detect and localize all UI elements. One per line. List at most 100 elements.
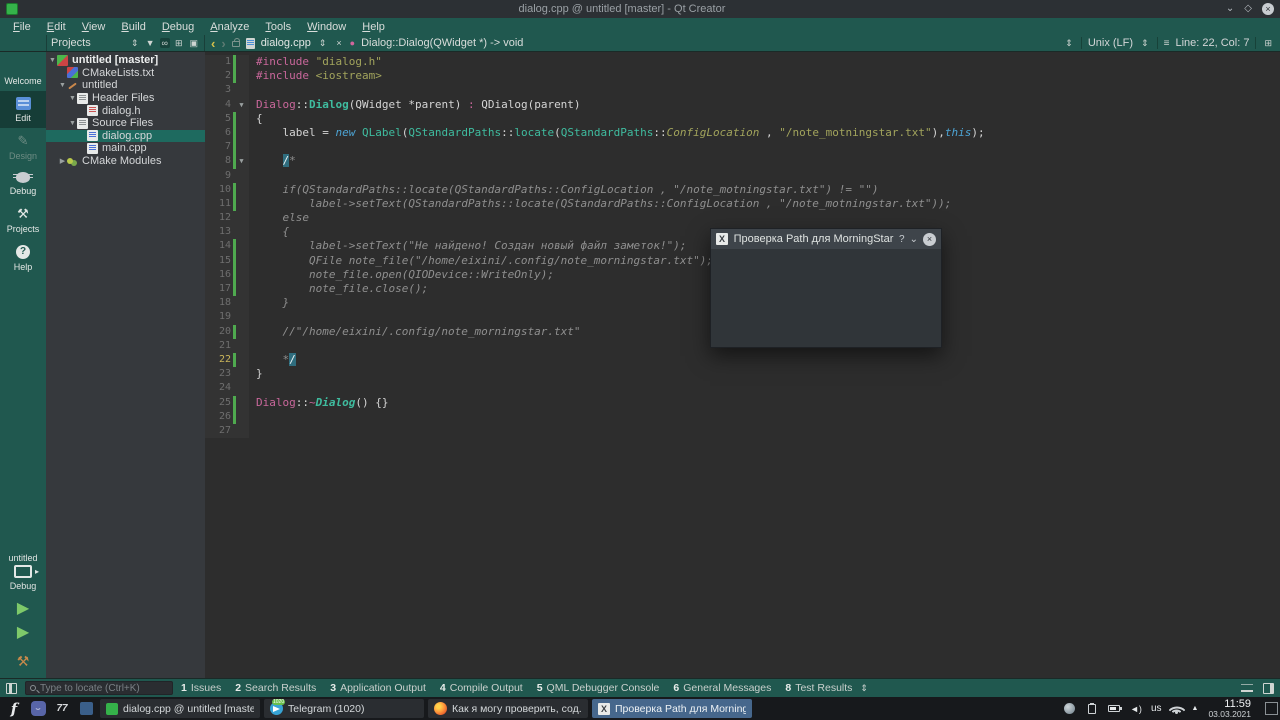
- symbol-selector[interactable]: Dialog::Dialog(QWidget *) -> void: [361, 37, 523, 49]
- gutter: 19: [205, 310, 249, 325]
- code-line: 11 label->setText(QStandardPaths::locate…: [205, 196, 1280, 212]
- chevron-right-icon[interactable]: ▶: [58, 157, 67, 165]
- output-pane-general-messages[interactable]: 6 General Messages: [673, 682, 771, 694]
- pencil-icon: ✎: [17, 133, 29, 148]
- mode-label: Help: [13, 262, 33, 272]
- output-pane-qml-debugger-console[interactable]: 5 QML Debugger Console: [537, 682, 660, 694]
- output-pane-search-results[interactable]: 2 Search Results: [235, 682, 316, 694]
- forward-icon[interactable]: ›: [221, 36, 225, 51]
- link-with-editor-icon[interactable]: ∞: [159, 38, 170, 48]
- output-pane-application-output[interactable]: 3 Application Output: [330, 682, 426, 694]
- window-titlebar[interactable]: dialog.cpp @ untitled [master] - Qt Crea…: [0, 0, 1280, 18]
- chevron-down-icon[interactable]: ▼: [68, 120, 77, 127]
- chevron-down-icon[interactable]: ▼: [48, 57, 57, 64]
- open-document-selector[interactable]: dialog.cpp: [261, 37, 311, 49]
- tree-item-source-files[interactable]: ▼ Source Files: [46, 117, 205, 130]
- line-number: 14: [218, 240, 231, 252]
- line-ending-dropdown-icon[interactable]: ⇕: [1139, 38, 1151, 49]
- pane-updown-icon[interactable]: ⇕: [860, 683, 868, 694]
- minimize-output-icon[interactable]: [1241, 684, 1253, 692]
- code-editor[interactable]: 1 #include "dialog.h" 2 #include <iostream>…: [205, 52, 1280, 678]
- debug-run-button[interactable]: ▶: [0, 625, 46, 641]
- toggle-right-sidebar-icon[interactable]: [1263, 682, 1274, 694]
- mode-projects[interactable]: ⚒ Projects: [0, 201, 46, 239]
- code-line: 12 else: [205, 211, 1280, 226]
- output-pane-compile-output[interactable]: 4 Compile Output: [440, 682, 523, 694]
- taskbar-window-button[interactable]: 1020 Telegram (1020): [264, 699, 424, 718]
- tree-item-cmake-modules[interactable]: ▶ CMake Modules: [46, 155, 205, 168]
- dialog-close-icon[interactable]: ×: [923, 232, 936, 246]
- run-button[interactable]: ▶: [0, 601, 46, 617]
- code-line: 1 #include "dialog.h": [205, 55, 1280, 70]
- tray-expand-icon[interactable]: ▲: [1192, 705, 1199, 712]
- discord-icon[interactable]: ⌣: [28, 700, 48, 718]
- tree-item-main-cpp[interactable]: main.cpp: [46, 142, 205, 155]
- minimize-icon[interactable]: ⌄: [1226, 3, 1234, 15]
- split-pane-icon[interactable]: ⊞: [173, 38, 185, 49]
- locator-input[interactable]: Type to locate (Ctrl+K): [25, 681, 173, 695]
- encoding-dropdown-icon[interactable]: ⇕: [1063, 38, 1075, 49]
- battery-tray-icon[interactable]: [1107, 702, 1122, 716]
- app-icon-2[interactable]: [76, 700, 96, 718]
- menu-debug[interactable]: Debug: [155, 20, 201, 34]
- menu-window[interactable]: Window: [300, 20, 353, 34]
- document-dropdown-icon[interactable]: ⇕: [317, 38, 329, 49]
- wifi-tray-icon[interactable]: [1168, 701, 1186, 718]
- line-number: 26: [218, 410, 231, 422]
- app-icon[interactable]: 77: [52, 700, 72, 718]
- mode-help[interactable]: ? Help: [0, 239, 46, 277]
- taskbar-window-button[interactable]: Как я могу проверить, сод...: [428, 699, 588, 718]
- keyboard-layout[interactable]: us: [1151, 703, 1162, 714]
- tree-item-untitled[interactable]: ▼ untitled: [46, 79, 205, 92]
- build-button[interactable]: ⚒: [0, 653, 46, 670]
- pane-dropdown-icon[interactable]: ⇕: [129, 38, 141, 49]
- shade-icon[interactable]: ⌄: [910, 234, 918, 245]
- mode-welcome[interactable]: Welcome: [0, 52, 46, 91]
- tree-item-dialog-h[interactable]: dialog.h: [46, 104, 205, 117]
- back-icon[interactable]: ‹: [211, 36, 215, 51]
- show-desktop-button[interactable]: [1265, 702, 1278, 715]
- tree-item-cmakelists-txt[interactable]: CMakeLists.txt: [46, 67, 205, 80]
- clock[interactable]: 11:59 03.03.2021: [1208, 698, 1251, 719]
- clipboard-tray-icon[interactable]: [1085, 702, 1099, 716]
- fedora-menu-icon[interactable]: f: [4, 700, 24, 718]
- mode-edit[interactable]: Edit: [0, 91, 46, 128]
- output-pane-issues[interactable]: 1 Issues: [181, 682, 221, 694]
- menu-view[interactable]: View: [75, 20, 113, 34]
- filter-icon[interactable]: ▼: [144, 38, 157, 48]
- chevron-down-icon[interactable]: ▼: [68, 95, 77, 102]
- taskbar-window-button[interactable]: dialog.cpp @ untitled [maste...: [100, 699, 260, 718]
- weather-tray-icon[interactable]: [1063, 702, 1077, 716]
- fold-icon[interactable]: ▼: [236, 98, 247, 112]
- tree-item-header-files[interactable]: ▼ Header Files: [46, 92, 205, 105]
- maximize-icon[interactable]: ◇: [1244, 3, 1252, 15]
- taskbar-window-button[interactable]: X Проверка Path для Morning...: [592, 699, 752, 718]
- cursor-position[interactable]: Line: 22, Col: 7: [1175, 37, 1249, 49]
- output-pane-test-results[interactable]: 8 Test Results: [785, 682, 852, 694]
- fold-icon[interactable]: ▼: [236, 154, 247, 168]
- line-ending-selector[interactable]: Unix (LF): [1088, 37, 1133, 49]
- help-icon[interactable]: ?: [899, 234, 905, 245]
- menu-edit[interactable]: Edit: [40, 20, 73, 34]
- mode-debug[interactable]: Debug: [0, 166, 46, 201]
- close-document-icon[interactable]: ×: [334, 38, 343, 48]
- chevron-down-icon[interactable]: ▼: [58, 82, 67, 89]
- tree-item-dialog-cpp[interactable]: dialog.cpp: [46, 129, 205, 143]
- code-text: label = new QLabel(QStandardPaths::locat…: [256, 125, 985, 139]
- dialog-titlebar[interactable]: X Проверка Path для MorningStar ? ⌄ ×: [711, 229, 941, 249]
- fold-column: [236, 69, 247, 83]
- close-pane-icon[interactable]: ▣: [187, 38, 200, 49]
- menu-tools[interactable]: Tools: [258, 20, 298, 34]
- cmake-modules-icon: [67, 156, 78, 167]
- split-editor-icon[interactable]: ⊞: [1262, 38, 1274, 49]
- menu-help[interactable]: Help: [355, 20, 392, 34]
- menu-file[interactable]: File: [6, 20, 38, 34]
- menu-build[interactable]: Build: [114, 20, 152, 34]
- menu-analyze[interactable]: Analyze: [203, 20, 256, 34]
- close-icon[interactable]: ×: [1262, 3, 1274, 15]
- projects-pane-selector[interactable]: Projects: [51, 37, 126, 49]
- toggle-left-sidebar-icon[interactable]: [6, 682, 17, 694]
- volume-tray-icon[interactable]: ◄): [1129, 702, 1143, 716]
- kit-selector-icon[interactable]: [14, 565, 39, 578]
- tree-item-untitled-master-[interactable]: ▼ untitled [master]: [46, 54, 205, 67]
